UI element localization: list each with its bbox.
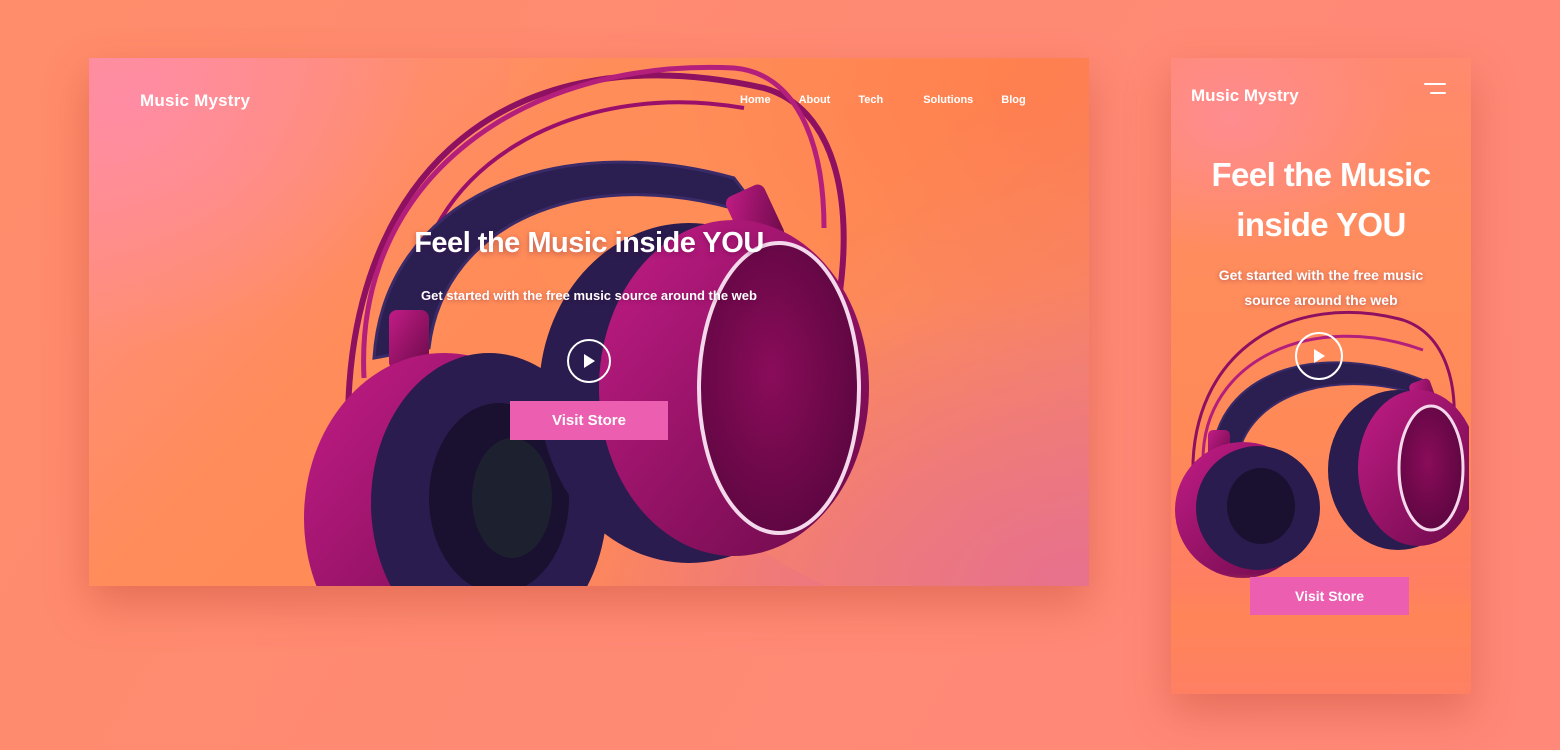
nav-blog[interactable]: Blog	[1001, 94, 1025, 106]
main-nav: Home About Tech Solutions Blog	[740, 94, 1054, 106]
desktop-mockup: Music Mystry Home About Tech Solutions B…	[89, 58, 1089, 586]
play-button[interactable]	[1295, 332, 1343, 380]
hero-title-line2: inside YOU	[1236, 206, 1406, 243]
headphones-image	[304, 64, 869, 586]
hero-title-wrap: Feel the Music inside YOU	[89, 227, 1089, 260]
hero-subtitle: Get started with the free music source a…	[1218, 267, 1424, 308]
nav-about[interactable]: About	[799, 94, 831, 106]
mobile-mockup: Music Mystry Feel the Music inside YOU G…	[1171, 58, 1471, 694]
brand-logo[interactable]: Music Mystry	[140, 91, 250, 111]
nav-solutions[interactable]: Solutions	[923, 94, 973, 106]
play-icon	[584, 354, 595, 368]
nav-tech[interactable]: Tech	[858, 94, 883, 106]
hero-subtitle: Get started with the free music source a…	[421, 288, 757, 303]
play-button[interactable]	[567, 339, 611, 383]
visit-store-button[interactable]: Visit Store	[1250, 577, 1409, 615]
hamburger-menu-icon[interactable]	[1424, 83, 1446, 97]
headphones-image	[1175, 311, 1469, 578]
brand-logo[interactable]: Music Mystry	[1191, 86, 1299, 106]
hero-title: Feel the Music inside YOU	[414, 227, 764, 259]
visit-store-button[interactable]: Visit Store	[510, 401, 668, 440]
play-icon	[1314, 349, 1325, 363]
hero-title-line1: Feel the Music	[1211, 156, 1432, 193]
nav-home[interactable]: Home	[740, 94, 771, 106]
hero-title: Feel the Music inside YOU	[1171, 150, 1471, 250]
